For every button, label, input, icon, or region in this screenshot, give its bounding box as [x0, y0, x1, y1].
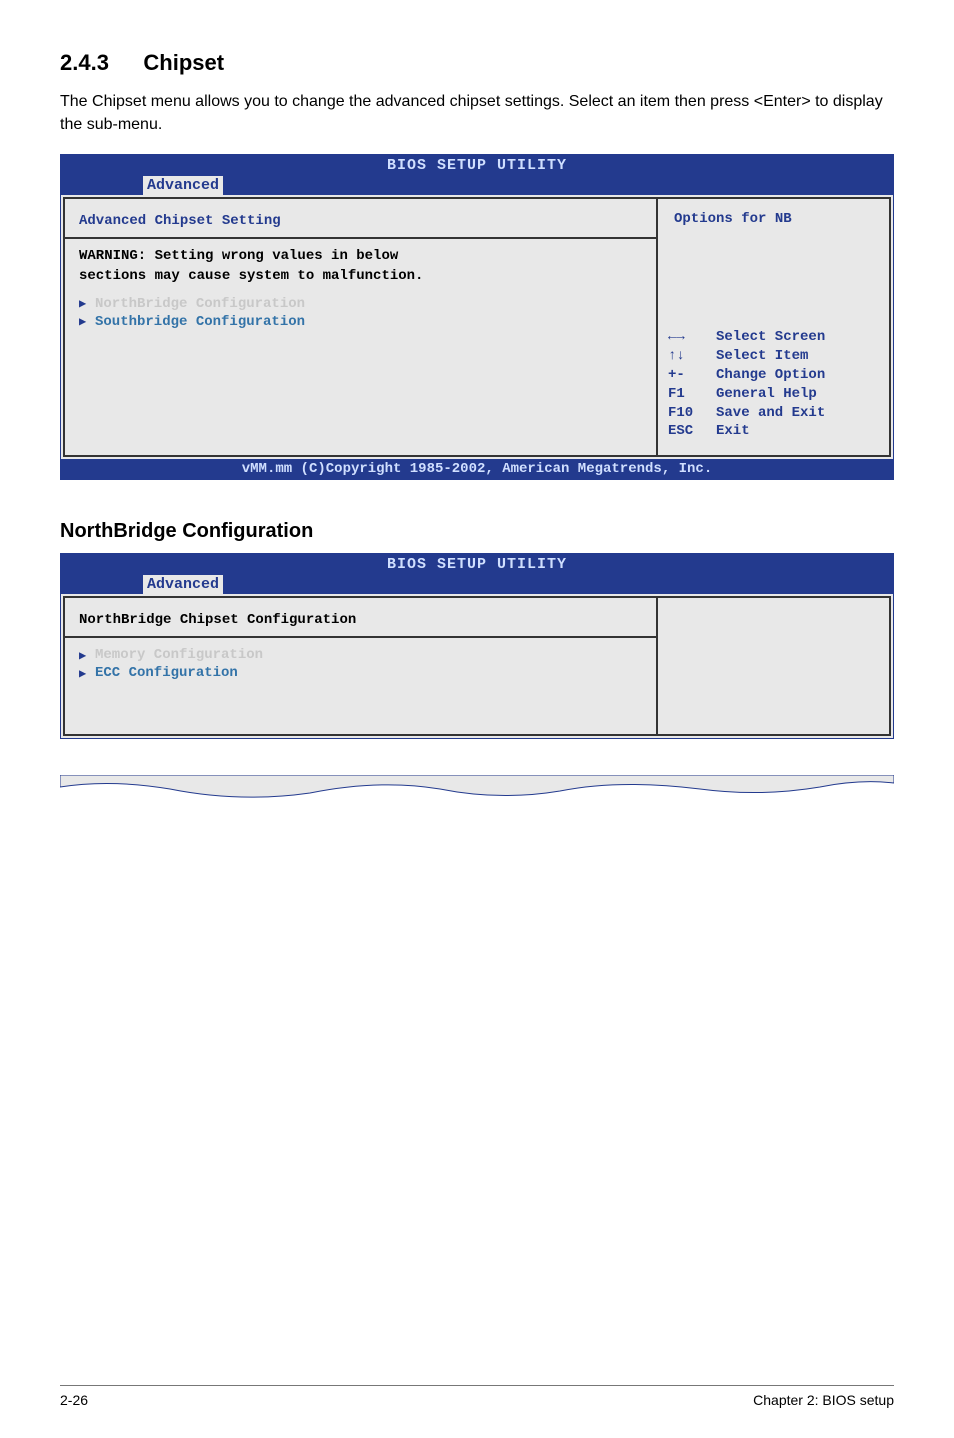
warning-line2: sections may cause system to malfunction… — [79, 267, 642, 287]
chapter-label: Chapter 2: BIOS setup — [753, 1392, 894, 1408]
menu-label-northbridge: NorthBridge Configuration — [95, 296, 305, 312]
menu-item-northbridge[interactable]: ▶ NorthBridge Configuration — [65, 295, 656, 313]
bios-header: BIOS SETUP UTILITY Advanced — [61, 155, 893, 195]
bios-body: Advanced Chipset Setting WARNING: Settin… — [61, 195, 893, 459]
menu-label-ecc-config: ECC Configuration — [95, 665, 238, 681]
help-key-lr: ←→ — [668, 328, 716, 347]
menu-item-memory-config[interactable]: ▶ Memory Configuration — [65, 646, 656, 664]
chipset-heading: Advanced Chipset Setting — [65, 209, 656, 237]
document-heading: 2.4.3 Chipset — [60, 50, 894, 76]
bios-right-panel: Options for NB ←→Select Screen ↑↓Select … — [656, 197, 891, 457]
bios-window-northbridge: BIOS SETUP UTILITY Advanced NorthBridge … — [60, 553, 894, 739]
bios-footer: vMM.mm (C)Copyright 1985-2002, American … — [61, 459, 893, 479]
help-key-f10: F10 — [668, 404, 716, 423]
menu-label-southbridge: Southbridge Configuration — [95, 314, 305, 330]
bios-title: BIOS SETUP UTILITY — [387, 556, 567, 573]
help-label-change-option: Change Option — [716, 366, 825, 385]
warning-text: WARNING: Setting wrong values in below s… — [65, 247, 656, 294]
menu-item-southbridge[interactable]: ▶ Southbridge Configuration — [65, 313, 656, 331]
section-number: 2.4.3 — [60, 50, 109, 75]
page-number: 2-26 — [60, 1392, 88, 1408]
section-body-text: The Chipset menu allows you to change th… — [60, 90, 894, 136]
help-label-save-exit: Save and Exit — [716, 404, 825, 423]
submenu-arrow-icon: ▶ — [79, 314, 95, 329]
section-title: Chipset — [143, 50, 224, 75]
help-label-exit: Exit — [716, 422, 750, 441]
bios-left-panel: Advanced Chipset Setting WARNING: Settin… — [63, 197, 656, 457]
northbridge-heading: NorthBridge Chipset Configuration — [65, 608, 656, 636]
bios-right-panel — [656, 596, 891, 736]
help-label-select-screen: Select Screen — [716, 328, 825, 347]
help-key-esc: ESC — [668, 422, 716, 441]
help-key-pm: +- — [668, 366, 716, 385]
bios-title: BIOS SETUP UTILITY — [387, 157, 567, 174]
bios-left-panel: NorthBridge Chipset Configuration ▶ Memo… — [63, 596, 656, 736]
submenu-arrow-icon: ▶ — [79, 648, 95, 663]
help-key-ud: ↑↓ — [668, 347, 716, 366]
page-footer: 2-26 Chapter 2: BIOS setup — [60, 1385, 894, 1408]
help-label-select-item: Select Item — [716, 347, 808, 366]
subsection-heading: NorthBridge Configuration — [60, 520, 894, 543]
help-key-f1: F1 — [668, 385, 716, 404]
options-description: Options for NB — [668, 209, 879, 229]
warning-line1: WARNING: Setting wrong values in below — [79, 247, 642, 267]
divider — [65, 237, 656, 239]
help-label-general-help: General Help — [716, 385, 817, 404]
menu-label-memory-config: Memory Configuration — [95, 647, 263, 663]
bios-body: NorthBridge Chipset Configuration ▶ Memo… — [61, 594, 893, 738]
bios-tab-advanced[interactable]: Advanced — [143, 176, 223, 195]
bios-window-chipset: BIOS SETUP UTILITY Advanced Advanced Chi… — [60, 154, 894, 480]
submenu-arrow-icon: ▶ — [79, 296, 95, 311]
bios-tab-advanced[interactable]: Advanced — [143, 575, 223, 594]
help-keys: ←→Select Screen ↑↓Select Item +-Change O… — [668, 328, 825, 441]
torn-edge-graphic — [60, 775, 894, 805]
menu-item-ecc-config[interactable]: ▶ ECC Configuration — [65, 664, 656, 682]
bios-header: BIOS SETUP UTILITY Advanced — [61, 554, 893, 594]
submenu-arrow-icon: ▶ — [79, 666, 95, 681]
divider — [65, 636, 656, 638]
